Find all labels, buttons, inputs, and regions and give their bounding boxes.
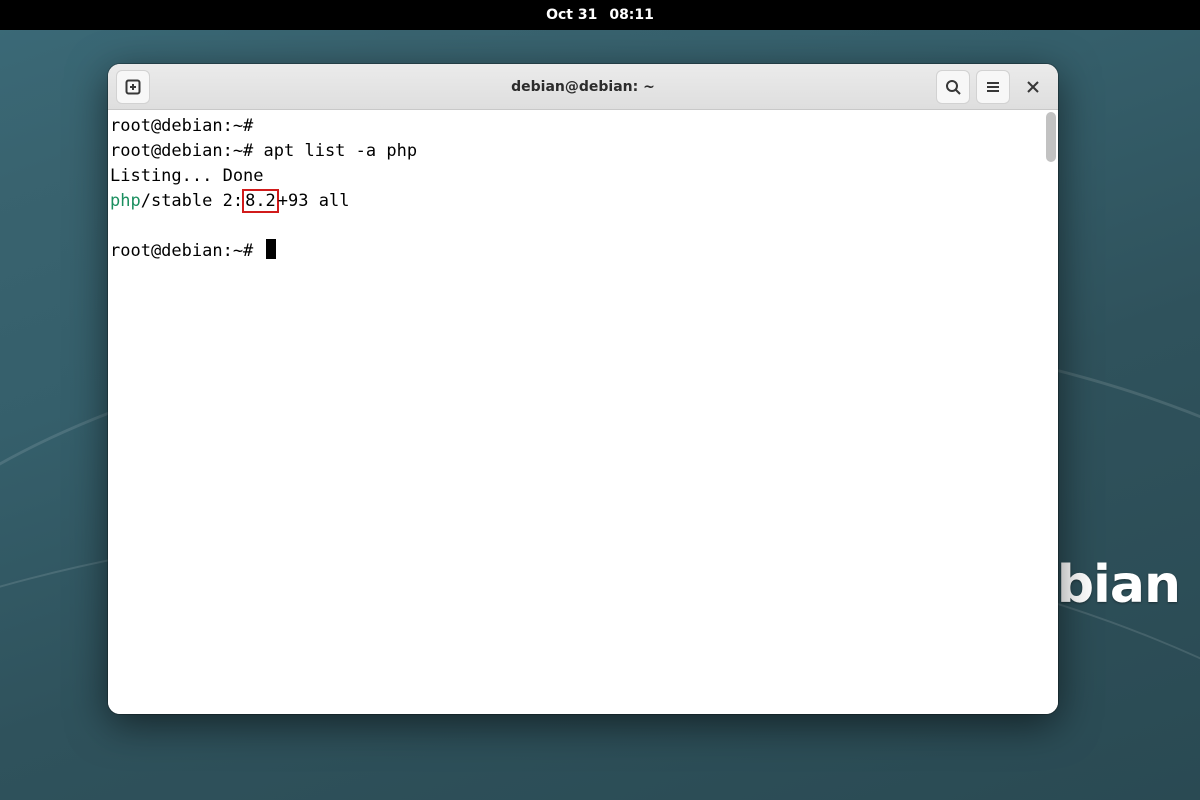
gnome-top-bar[interactable]: Oct 31 08:11 [0,0,1200,30]
terminal-window: debian@debian: ~ root@debian:~# root@deb… [108,64,1058,714]
terminal-body[interactable]: root@debian:~# root@debian:~# apt list -… [108,110,1058,714]
search-button[interactable] [936,70,970,104]
new-tab-button[interactable] [116,70,150,104]
package-name: php [110,191,141,211]
terminal-line: Listing... Done [110,164,1058,189]
terminal-line: root@debian:~# apt list -a php [110,139,1058,164]
highlighted-version: 8.2 [242,189,279,213]
topbar-time: 08:11 [609,7,654,23]
terminal-line [110,214,1058,239]
window-title: debian@debian: ~ [108,79,1058,95]
topbar-date: Oct 31 [546,7,597,23]
terminal-line: php/stable 2:8.2+93 all [110,189,1058,214]
menu-button[interactable] [976,70,1010,104]
window-titlebar[interactable]: debian@debian: ~ [108,64,1058,110]
close-button[interactable] [1016,70,1050,104]
terminal-scrollbar[interactable] [1046,112,1056,162]
terminal-line: root@debian:~# [110,114,1058,139]
terminal-line: root@debian:~# [110,239,1058,264]
cursor-icon [266,239,276,259]
